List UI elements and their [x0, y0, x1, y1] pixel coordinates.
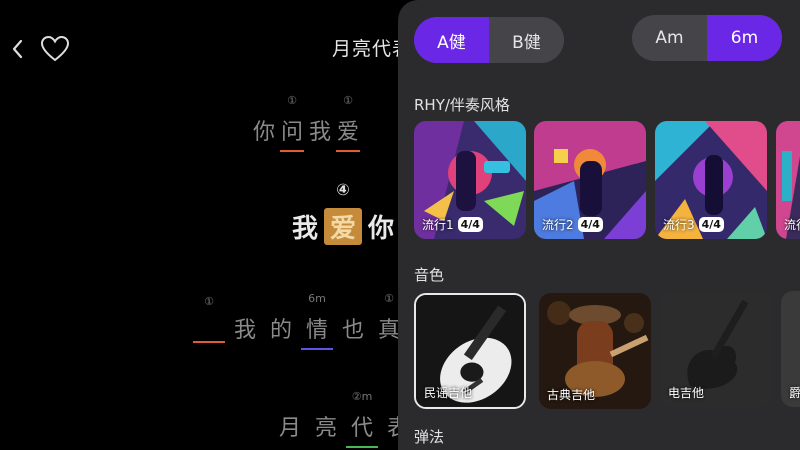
chord-marker: ④	[336, 180, 350, 199]
tone-name: 电吉他	[668, 386, 705, 400]
chord-option-am[interactable]: Am	[632, 15, 707, 61]
lyric-char: 亮	[308, 410, 344, 442]
lyric-char: 代 ②m	[344, 390, 380, 448]
lyric-text: 你	[252, 120, 275, 145]
lyric-char: 问①	[278, 94, 306, 152]
play-style-label: 弹法	[414, 428, 445, 446]
lyric-char: ①	[191, 295, 227, 343]
rhythm-section-label: RHY/伴奏风格	[414, 96, 510, 114]
chord-option-6m[interactable]: 6m	[707, 15, 782, 61]
chord-underline	[280, 150, 304, 152]
tone-name: 民谣吉他	[424, 386, 473, 400]
lyric-char: 的	[263, 312, 299, 344]
chord-marker: ①	[204, 295, 214, 308]
lyric-text: 真	[377, 318, 400, 343]
lyric-char: 我	[227, 312, 263, 344]
tone-card-folk-guitar[interactable]: 民谣吉他	[414, 293, 526, 409]
chord-underline	[336, 150, 360, 152]
lyric-text: 问	[280, 120, 303, 145]
key-option-b[interactable]: B健	[489, 17, 564, 63]
chevron-left-icon[interactable]	[8, 36, 28, 62]
meter-badge: 4/4	[698, 217, 724, 232]
chord-underline	[346, 446, 378, 448]
chord-marker: 6m	[308, 292, 326, 305]
lyric-text: 爱	[336, 120, 359, 145]
meter-badge: 4/4	[457, 217, 483, 232]
lyric-text: 我	[291, 214, 318, 244]
lyric-text: 我	[233, 318, 256, 343]
tone-section-label: 音色	[414, 266, 445, 284]
lyric-char: 你	[362, 208, 400, 245]
lyric-char: 爱①	[334, 94, 362, 152]
chord-toggle: Am 6m	[632, 15, 782, 61]
lyric-text: 情	[305, 318, 328, 343]
tone-card-jazz[interactable]: 爵	[781, 291, 800, 407]
rhythm-name: 流行2	[542, 218, 574, 232]
lyric-text: 月	[278, 416, 301, 441]
lyric-text: 亮	[314, 416, 337, 441]
lyric-line-current: 我爱④你	[286, 180, 400, 245]
lyric-text: 代	[350, 416, 373, 441]
rhythm-name: 流行	[784, 218, 800, 232]
lyric-char: 月	[272, 410, 308, 442]
lyric-char: 我	[306, 114, 334, 146]
rhythm-card-pop-2[interactable]: 流行2 4/4	[534, 121, 646, 239]
lyric-char: 我	[286, 208, 324, 245]
tone-card-electric-guitar[interactable]: 电吉他	[660, 291, 772, 407]
lyric-line: 月亮代②m表	[272, 390, 416, 448]
meter-badge: 4/4	[577, 217, 603, 232]
lyric-text: 我	[308, 120, 331, 145]
lyric-char: 也	[335, 312, 371, 344]
tone-name: 古典吉他	[547, 388, 596, 402]
heart-icon[interactable]	[40, 35, 70, 63]
rhythm-card-pop-4[interactable]: 流行	[776, 121, 800, 239]
tone-name: 爵	[789, 386, 800, 400]
key-toggle: A健 B健	[414, 17, 564, 63]
lyric-char: 情 6m	[299, 292, 335, 350]
lyric-line: 你问①我爱①	[250, 94, 362, 152]
key-option-a[interactable]: A健	[414, 17, 489, 63]
lyric-text: 也	[341, 318, 364, 343]
chord-underline	[193, 341, 225, 343]
chord-underline	[301, 348, 333, 350]
tone-card-classical-guitar[interactable]: 古典吉他	[539, 293, 651, 409]
lyric-text: 你	[367, 214, 394, 244]
lyric-text: 的	[269, 318, 292, 343]
lyric-line: ① 我的情 6m 也真 ①	[191, 292, 407, 350]
rhythm-name: 流行3	[663, 218, 695, 232]
lyric-char-current: 爱④	[324, 180, 362, 245]
chord-marker: ②m	[351, 390, 373, 403]
lyric-text: 爱	[329, 214, 356, 244]
chord-marker: ①	[343, 94, 353, 107]
rhythm-card-pop-1[interactable]: 流行1 4/4	[414, 121, 526, 239]
accompaniment-settings-panel: A健 B健 Am 6m RHY/伴奏风格 流行1 4/4 流行2 4/4 流行3…	[398, 0, 800, 450]
rhythm-card-pop-3[interactable]: 流行3 4/4	[655, 121, 767, 239]
lyric-char: 你	[250, 114, 278, 146]
chord-marker: ①	[287, 94, 297, 107]
rhythm-name: 流行1	[422, 218, 454, 232]
